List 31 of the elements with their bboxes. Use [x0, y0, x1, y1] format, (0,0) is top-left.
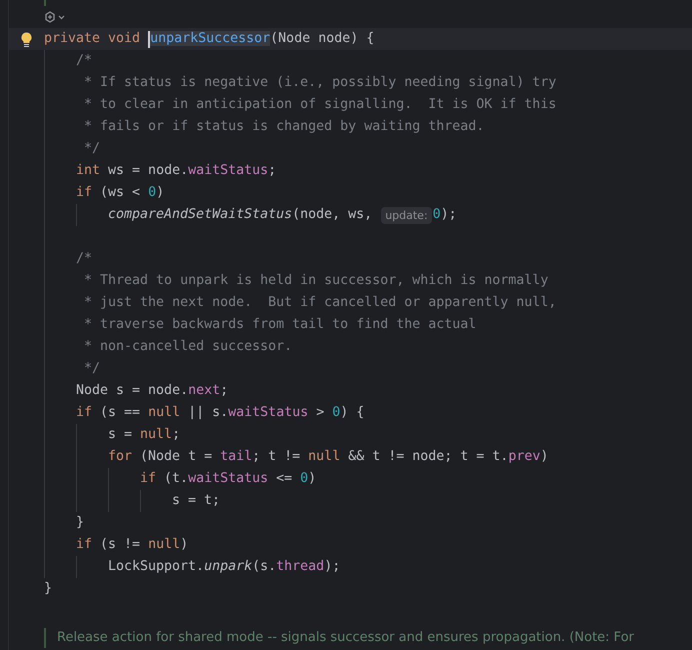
- code-text: if (s == null || s.waitStatus > 0) {: [76, 404, 364, 422]
- code-text: * non-cancelled successor.: [83, 338, 292, 356]
- code-text: 0);: [432, 206, 457, 224]
- code-text: /*: [76, 52, 92, 70]
- code-text: */: [83, 140, 100, 158]
- doc-comment: Release action for shared mode -- signals successor and ensures propagation. (Note: For: [57, 631, 634, 645]
- parameter-hint: update:: [381, 206, 432, 224]
- code-text: if (ws < 0): [76, 184, 164, 202]
- code-text: */: [83, 360, 100, 378]
- code-text: * just the next node. But if cancelled or apparently null,: [83, 294, 556, 312]
- code-text: private void: [44, 30, 142, 48]
- code-text: s = t;: [172, 492, 220, 510]
- code-text: compareAndSetWaitStatus(node, ws,: [108, 206, 374, 224]
- code-text: /*: [76, 250, 92, 268]
- code-text: * traverse backwards from tail to find the actual: [83, 316, 476, 334]
- code-text: * If status is negative (i.e., possibly needing signal) try: [83, 74, 556, 92]
- code-text: }: [44, 580, 52, 598]
- code-text: if (s != null): [76, 536, 188, 554]
- code-text: unparkSuccessor(Node node) {: [150, 30, 374, 48]
- code-text: Node s = node.next;: [76, 382, 228, 400]
- code-text: }: [76, 514, 84, 532]
- code-text: for (Node t = tail; t != null && t != node; t = t.prev): [108, 448, 548, 466]
- code-text: int ws = node.waitStatus;: [76, 162, 276, 180]
- lightbulb-icon[interactable]: [21, 32, 32, 46]
- code-text: if (t.waitStatus <= 0): [140, 470, 316, 488]
- code-text: LockSupport.unpark(s.thread);: [108, 558, 340, 576]
- code-text: * to clear in anticipation of signalling. It is OK if this: [83, 96, 556, 114]
- code-text: * Thread to unpark is held in successor, which is normally: [83, 272, 548, 290]
- text-cursor: [148, 30, 150, 48]
- code-text: * fails or if status is changed by waiting thread.: [83, 118, 484, 136]
- code-text: s = null;: [108, 426, 180, 444]
